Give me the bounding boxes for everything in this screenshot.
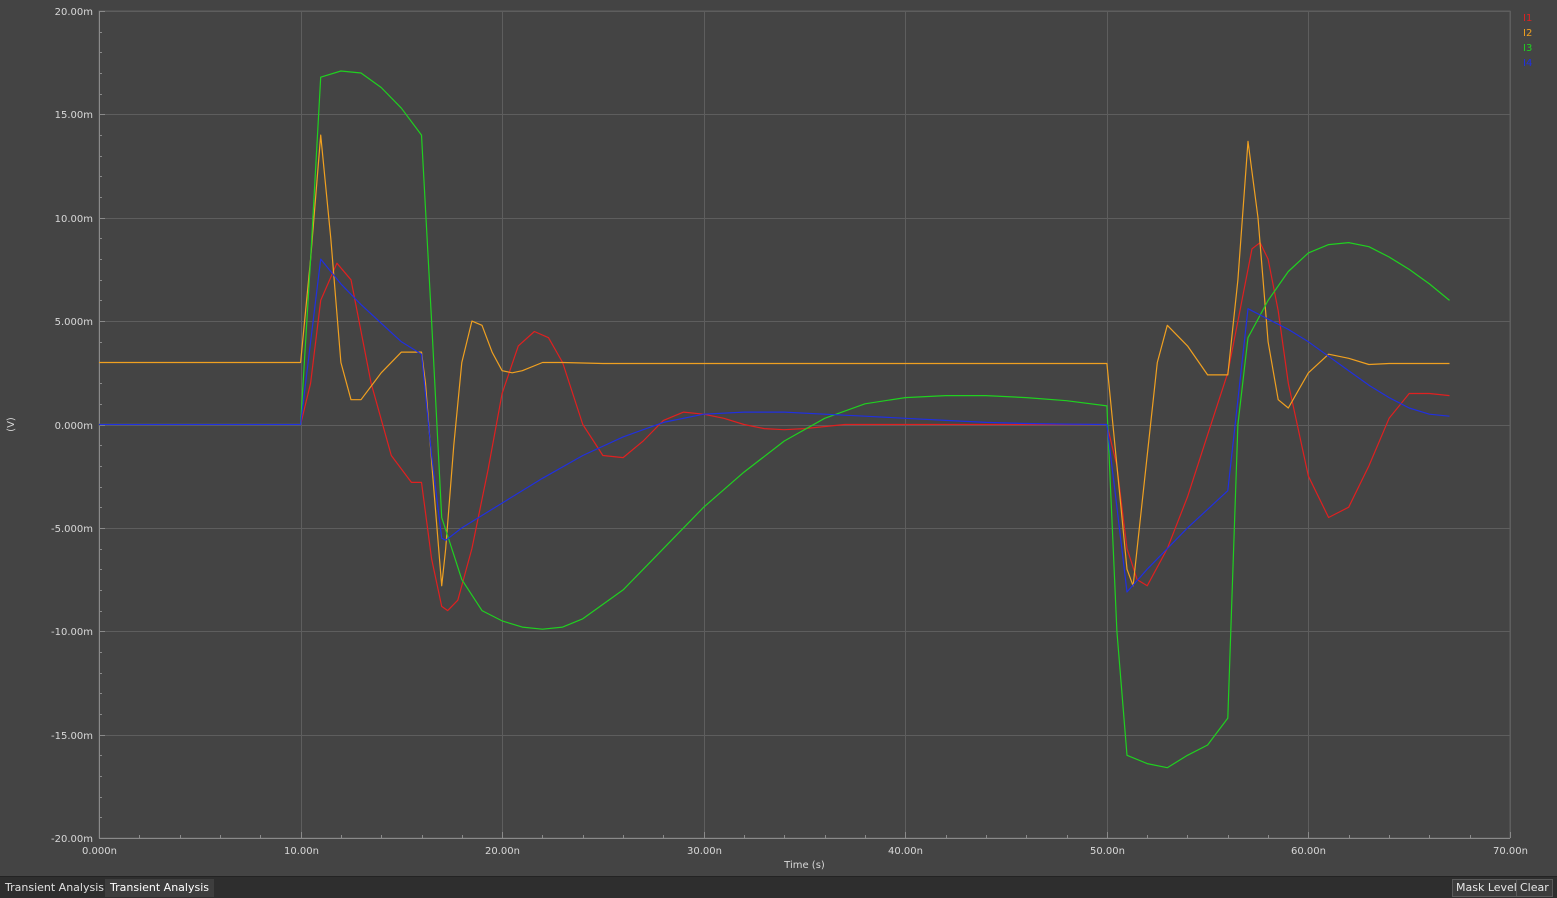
x-axis-title: Time (s) [783,860,825,871]
legend-item-i4: I4 [1523,58,1532,69]
x-tick-label: 40.00n [888,846,923,857]
x-tick-label: 60.00n [1291,846,1326,857]
y-tick-label: 15.00m [55,110,93,121]
legend-item-i3: I3 [1523,43,1532,54]
tab-transient-analysis-2[interactable]: Transient Analysis [105,879,214,897]
y-axis-title: (V) [6,417,17,432]
y-tick-labels: 20.00m 15.00m 10.00m 5.000m 0.000m -5.000m -10… [51,7,93,845]
x-tick-labels: 0.000n 10.00n 20.00n 30.00n 40.00n 50.00n 60.0… [82,846,1528,857]
x-tick-label: 50.00n [1090,846,1125,857]
x-tick-label: 20.00n [485,846,520,857]
y-tick-label: 0.000m [55,421,93,432]
transient-chart[interactable]: 20.00m 15.00m 10.00m 5.000m 0.000m -5.000m -10… [0,0,1557,876]
x-tick-label: 70.00n [1493,846,1528,857]
legend-item-i1: I1 [1523,13,1532,24]
x-tick-label: 0.000n [82,846,117,857]
y-tick-label: -10.00m [51,627,93,638]
y-tick-label: -5.000m [51,524,93,535]
mask-level-button[interactable]: Mask Level [1452,879,1521,897]
y-tick-label: 5.000m [55,317,93,328]
plot-area[interactable]: 20.00m 15.00m 10.00m 5.000m 0.000m -5.000m -10… [0,0,1557,876]
y-tick-label: -20.00m [51,834,93,845]
clear-button[interactable]: Clear [1516,879,1553,897]
legend: I1 I2 I3 I4 [1523,13,1532,69]
y-tick-label: 20.00m [55,7,93,18]
x-tick-label: 10.00n [284,846,319,857]
grid-layer [98,10,1511,839]
y-tick-label: 10.00m [55,214,93,225]
plot-border [98,10,1511,839]
legend-item-i2: I2 [1523,28,1532,39]
x-tick-label: 30.00n [687,846,722,857]
y-tick-label: -15.00m [51,731,93,742]
tab-transient-analysis-1[interactable]: Transient Analysis [0,879,109,897]
bottom-bar: Transient Analysis Transient Analysis Ma… [0,876,1557,898]
